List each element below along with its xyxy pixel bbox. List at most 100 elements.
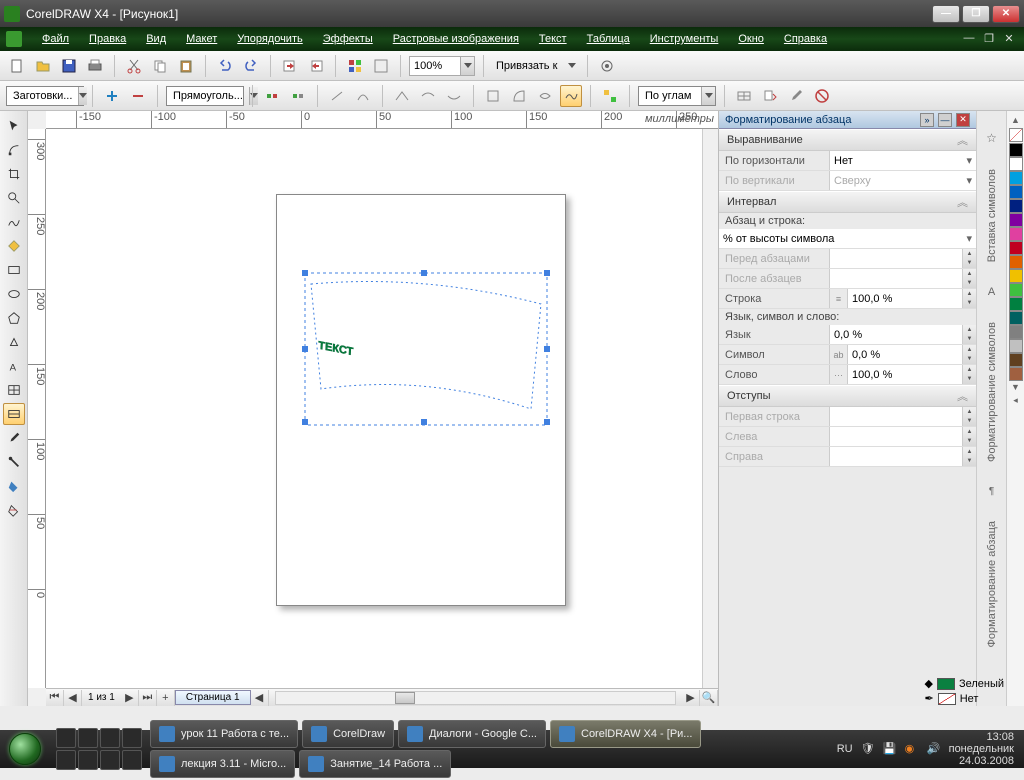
double-arc-button[interactable] [534, 85, 556, 107]
ellipse-tool[interactable] [3, 283, 25, 305]
node-add-button[interactable] [261, 85, 283, 107]
menu-упорядочить[interactable]: Упорядочить [227, 33, 312, 45]
polygon-tool[interactable] [3, 307, 25, 329]
copy-button[interactable] [149, 55, 171, 77]
delete-preset-button[interactable] [127, 85, 149, 107]
symmetric-button[interactable] [443, 85, 465, 107]
color-swatch[interactable] [1009, 143, 1023, 157]
char-spacing-input[interactable]: 0,0 % [847, 345, 962, 364]
volume-icon[interactable]: 🔊 [927, 742, 941, 756]
no-color-swatch[interactable] [1009, 128, 1023, 142]
interval-section[interactable]: Интервал︽ [719, 191, 976, 213]
outline-swatch[interactable] [938, 693, 956, 705]
options-button[interactable] [596, 55, 618, 77]
color-swatch[interactable] [1009, 227, 1023, 241]
page-next-button[interactable]: ▶ [121, 690, 139, 706]
color-swatch[interactable] [1009, 353, 1023, 367]
spacing-unit-combo[interactable]: % от высоты символа [719, 229, 976, 248]
tray-icon-2[interactable]: 💾 [883, 742, 897, 756]
menu-файл[interactable]: Файл [32, 33, 79, 45]
color-swatch[interactable] [1009, 297, 1023, 311]
scroll-left-button[interactable]: ◀ [251, 690, 269, 706]
indent-section[interactable]: Отступы︽ [719, 385, 976, 407]
scroll-right-button[interactable]: ▶ [682, 690, 700, 706]
mapping-combo[interactable]: По углам [638, 86, 716, 106]
menu-макет[interactable]: Макет [176, 33, 227, 45]
straight-mode-button[interactable] [482, 85, 504, 107]
alignment-section[interactable]: Выравнивание︽ [719, 129, 976, 151]
page-add-button[interactable]: + [157, 690, 175, 706]
tray-icon-1[interactable]: 🛡 [861, 742, 875, 756]
table-tool[interactable] [3, 379, 25, 401]
color-swatch[interactable] [1009, 283, 1023, 297]
export-button[interactable] [305, 55, 327, 77]
app-launcher-button[interactable] [344, 55, 366, 77]
interactive-envelope-tool[interactable] [3, 403, 25, 425]
ql-desktop[interactable] [56, 728, 76, 748]
copy-envelope-button[interactable] [759, 85, 781, 107]
horiz-align-combo[interactable]: Нет [829, 151, 976, 170]
palette-up-button[interactable]: ▲ [1011, 115, 1020, 127]
color-swatch[interactable] [1009, 339, 1023, 353]
color-swatch[interactable] [1009, 255, 1023, 269]
crop-tool[interactable] [3, 163, 25, 185]
menu-справка[interactable]: Справка [774, 33, 837, 45]
eyedropper-tool[interactable] [3, 427, 25, 449]
cusp-button[interactable] [391, 85, 413, 107]
ql-app3[interactable] [122, 750, 142, 770]
menu-вид[interactable]: Вид [136, 33, 176, 45]
menu-растровые изображения[interactable]: Растровые изображения [383, 33, 529, 45]
zoom-tool[interactable] [3, 187, 25, 209]
unconstrained-button[interactable] [560, 85, 582, 107]
mdi-close-button[interactable]: ✕ [1000, 32, 1018, 46]
to-line-button[interactable] [326, 85, 348, 107]
presets-combo[interactable]: Заготовки... [6, 86, 84, 106]
color-swatch[interactable] [1009, 325, 1023, 339]
zoom-nav-button[interactable]: 🔍 [700, 690, 718, 706]
print-button[interactable] [84, 55, 106, 77]
maximize-button[interactable]: ❐ [962, 5, 990, 23]
basic-shapes-tool[interactable] [3, 331, 25, 353]
task-button[interactable]: Диалоги - Google C... [398, 720, 546, 748]
arc-mode-button[interactable] [508, 85, 530, 107]
task-button[interactable]: CorelDraw [302, 720, 394, 748]
rectangle-tool[interactable] [3, 259, 25, 281]
new-button[interactable] [6, 55, 28, 77]
clock[interactable]: 13:08 понедельник 24.03.2008 [949, 731, 1014, 767]
task-button[interactable]: CorelDRAW X4 - [Ри... [550, 720, 701, 748]
page-first-button[interactable]: ⏮ [46, 690, 64, 706]
freehand-tool[interactable] [3, 211, 25, 233]
line-spacing-input[interactable]: 100,0 % [847, 289, 962, 308]
menu-текст[interactable]: Текст [529, 33, 577, 45]
horizontal-ruler[interactable]: -150-100-50050100150200250 миллиметры [46, 111, 718, 129]
vertical-ruler[interactable]: 300250200150100500 [28, 129, 46, 688]
dropdown-icon[interactable] [460, 57, 474, 75]
fill-swatch[interactable] [937, 678, 955, 690]
mdi-restore-button[interactable]: ❐ [980, 32, 998, 46]
start-button[interactable] [0, 730, 50, 768]
undo-button[interactable] [214, 55, 236, 77]
shape-tool[interactable] [3, 139, 25, 161]
ql-media[interactable] [56, 750, 76, 770]
task-button[interactable]: Занятие_14 Работа ... [299, 750, 451, 778]
smooth-button[interactable] [417, 85, 439, 107]
palette-down-button[interactable]: ▼ [1011, 382, 1020, 394]
snap-dropdown[interactable] [565, 55, 579, 77]
pick-tool[interactable] [3, 115, 25, 137]
ql-browser[interactable] [122, 728, 142, 748]
docker-expand-button[interactable]: » [920, 113, 934, 127]
color-swatch[interactable] [1009, 199, 1023, 213]
text-tool[interactable]: A [3, 355, 25, 377]
import-button[interactable] [279, 55, 301, 77]
welcome-button[interactable] [370, 55, 392, 77]
ql-app2[interactable] [100, 750, 120, 770]
color-swatch[interactable] [1009, 213, 1023, 227]
node-delete-button[interactable] [287, 85, 309, 107]
eyedropper-button[interactable] [785, 85, 807, 107]
docker-close-button[interactable]: ✕ [956, 113, 970, 127]
clear-envelope-button[interactable] [811, 85, 833, 107]
minimize-button[interactable]: — [932, 5, 960, 23]
para-format-tab[interactable]: Форматирование абзаца [986, 521, 998, 647]
menu-эффекты[interactable]: Эффекты [313, 33, 383, 45]
task-button[interactable]: лекция 3.11 - Micro... [150, 750, 295, 778]
